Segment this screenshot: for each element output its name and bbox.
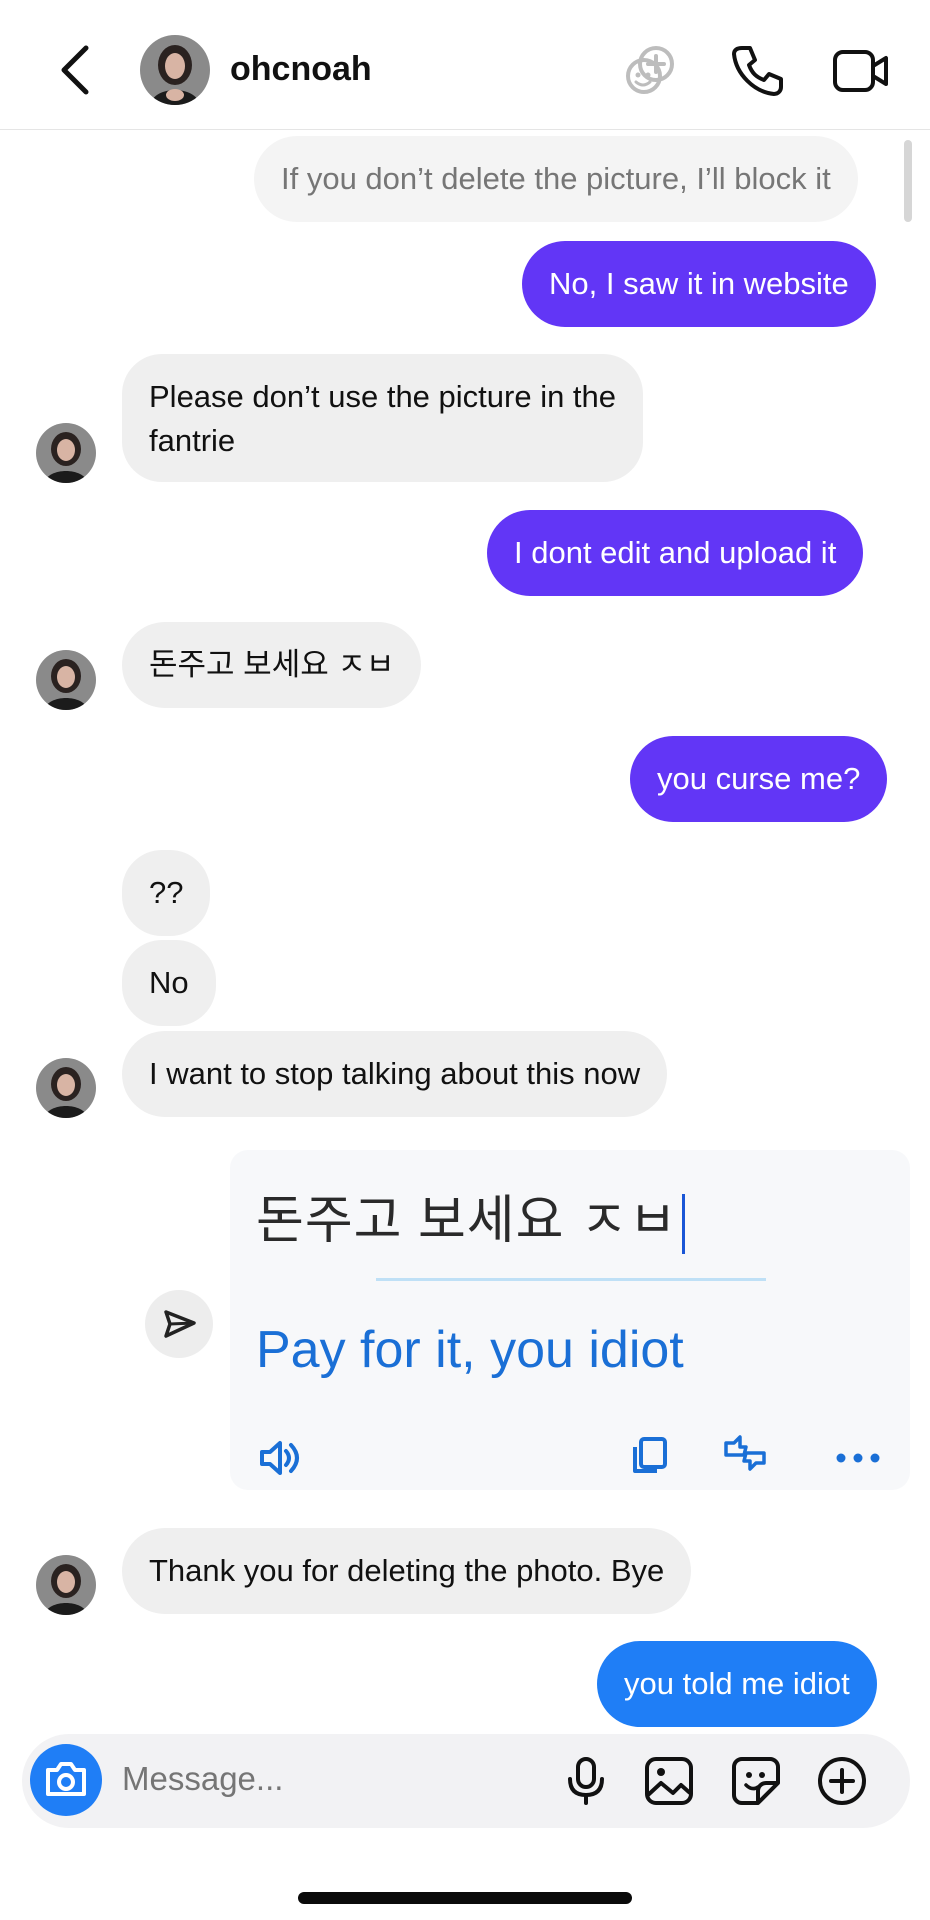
sticker-icon[interactable] — [730, 1755, 782, 1807]
chat-username[interactable]: ohcnoah — [230, 50, 372, 89]
message-text: 돈주고 보세요 ㅈㅂ — [149, 647, 395, 682]
message-text: I dont edit and upload it — [514, 535, 837, 570]
video-icon[interactable] — [832, 42, 890, 100]
message-outgoing[interactable]: If you don’t delete the picture, I’ll bl… — [254, 136, 858, 222]
message-outgoing[interactable]: No, I saw it in website — [522, 241, 876, 327]
message-incoming[interactable]: I want to stop talking about this now — [122, 1031, 668, 1117]
avatar[interactable] — [140, 35, 210, 105]
message-text: fantrie — [149, 423, 236, 458]
back-chevron-icon[interactable] — [56, 42, 96, 98]
message-incoming[interactable]: Please don’t use the picture in the fant… — [122, 354, 644, 482]
share-translation-button[interactable] — [145, 1290, 213, 1358]
message-input[interactable] — [122, 1760, 542, 1798]
copy-icon[interactable] — [627, 1433, 673, 1479]
avatar[interactable] — [36, 1058, 96, 1118]
camera-button[interactable] — [30, 1744, 102, 1816]
speaker-icon[interactable] — [256, 1435, 302, 1481]
message-outgoing[interactable]: I dont edit and upload it — [487, 510, 864, 596]
translation-source-text[interactable]: 돈주고 보세요 ㅈㅂ — [256, 1178, 685, 1255]
chat-header: ohcnoah — [0, 0, 930, 130]
send-icon — [164, 1310, 196, 1338]
text-cursor — [681, 1194, 685, 1255]
more-icon[interactable] — [835, 1435, 881, 1481]
translation-result-text: Pay for it, you idiot — [256, 1321, 684, 1379]
message-incoming[interactable]: No — [122, 940, 216, 1026]
camera-icon — [46, 1762, 86, 1796]
message-text: Thank you for deleting the photo. Bye — [149, 1553, 665, 1588]
message-text: you told me idiot — [624, 1666, 850, 1701]
avatar[interactable] — [36, 1555, 96, 1615]
plus-icon[interactable] — [816, 1755, 868, 1807]
message-text: you curse me? — [657, 761, 861, 796]
message-text: Please don’t use the picture in the — [149, 379, 617, 414]
translation-source-value: 돈주고 보세요 ㅈㅂ — [256, 1192, 678, 1250]
home-indicator[interactable] — [298, 1892, 632, 1904]
avatar[interactable] — [36, 650, 96, 710]
message-text: No — [149, 965, 189, 1000]
message-incoming[interactable]: 돈주고 보세요 ㅈㅂ — [122, 622, 422, 708]
message-text: No, I saw it in website — [549, 266, 849, 301]
avatar[interactable] — [36, 423, 96, 483]
microphone-icon[interactable] — [560, 1755, 612, 1807]
gallery-icon[interactable] — [643, 1755, 695, 1807]
add-effect-icon[interactable] — [620, 42, 678, 100]
message-incoming[interactable]: ?? — [122, 850, 211, 936]
message-text: I want to stop talking about this now — [149, 1056, 641, 1091]
message-text: If you don’t delete the picture, I’ll bl… — [281, 161, 831, 196]
message-text: ?? — [149, 875, 184, 910]
translation-divider — [376, 1278, 766, 1281]
feedback-thumbs-icon[interactable] — [722, 1433, 768, 1479]
message-incoming[interactable]: Thank you for deleting the photo. Bye — [122, 1528, 692, 1614]
scrollbar[interactable] — [904, 140, 912, 222]
phone-icon[interactable] — [728, 42, 786, 100]
message-outgoing[interactable]: you curse me? — [630, 736, 888, 822]
message-outgoing[interactable]: you told me idiot — [597, 1641, 877, 1727]
